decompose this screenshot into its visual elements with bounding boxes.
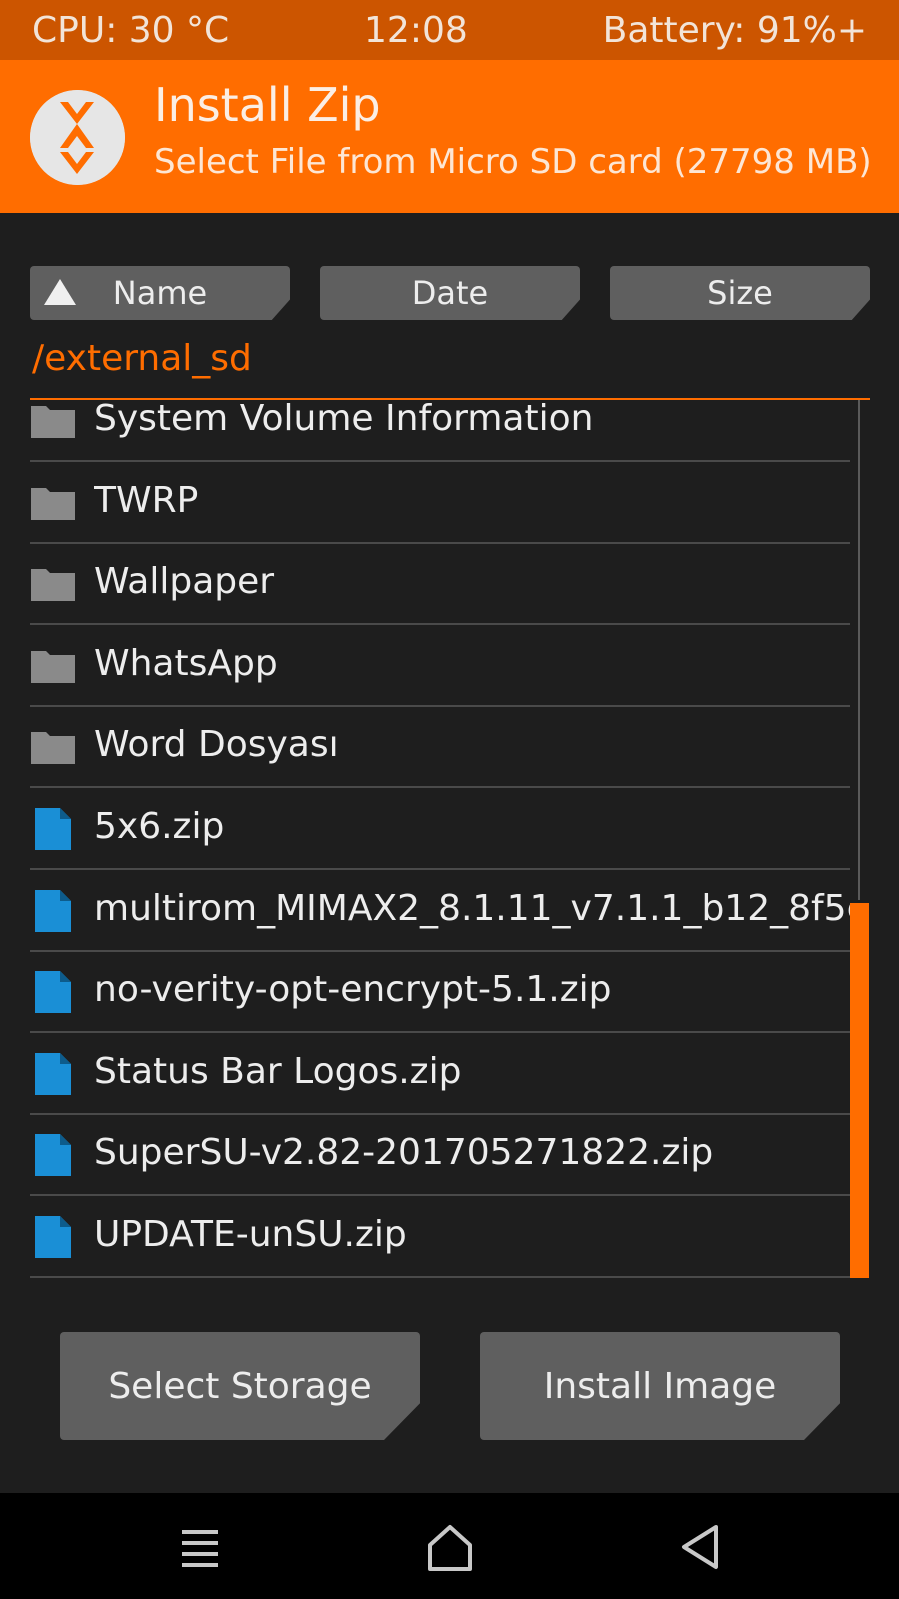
file-icon: [35, 889, 71, 932]
folder-row[interactable]: System Volume Information: [30, 400, 850, 462]
file-row[interactable]: Status Bar Logos.zip: [30, 1033, 850, 1115]
sort-by-name-button[interactable]: Name: [30, 266, 290, 320]
select-storage-label: Select Storage: [108, 1365, 372, 1407]
twrp-logo-icon: [30, 90, 125, 185]
header: Install Zip Select File from Micro SD ca…: [0, 60, 899, 213]
page-title: Install Zip: [154, 78, 381, 132]
file-name: Status Bar Logos.zip: [94, 1050, 462, 1092]
install-image-label: Install Image: [543, 1365, 777, 1407]
sort-name-label: Name: [112, 274, 208, 312]
file-name: System Volume Information: [94, 400, 594, 439]
scrollbar-track: [858, 400, 860, 900]
cpu-temperature: CPU: 30 °C: [32, 9, 230, 51]
sort-by-date-button[interactable]: Date: [320, 266, 580, 320]
select-storage-button[interactable]: Select Storage: [60, 1332, 420, 1440]
sort-by-size-button[interactable]: Size: [610, 266, 870, 320]
clock: 12:08: [364, 9, 468, 51]
file-name: no-verity-opt-encrypt-5.1.zip: [94, 969, 612, 1011]
folder-row[interactable]: Wallpaper: [30, 543, 850, 626]
folder-row[interactable]: WhatsApp: [30, 625, 850, 707]
file-icon: [35, 1134, 71, 1177]
status-bar: CPU: 30 °C 12:08 Battery: 91%+: [0, 0, 899, 60]
battery-level: Battery: 91%+: [602, 9, 867, 51]
file-name: Wallpaper: [94, 561, 275, 603]
back-icon[interactable]: [672, 1519, 728, 1575]
sort-size-label: Size: [707, 274, 773, 312]
sort-date-label: Date: [411, 274, 489, 312]
folder-icon: [31, 406, 75, 438]
file-name: Word Dosyası: [94, 724, 339, 766]
file-list[interactable]: System Volume Information TWRP Wallpaper Wh…: [30, 400, 850, 1278]
folder-icon: [31, 650, 75, 683]
file-icon: [35, 808, 71, 850]
file-row[interactable]: multirom_MIMAX2_8.1.11_v7.1.1_b12_8f5e45…: [30, 870, 850, 952]
file-name: multirom_MIMAX2_8.1.11_v7.1.1_b12_8f5e45…: [94, 887, 850, 929]
current-path: /external_sd: [32, 338, 252, 379]
folder-icon: [31, 732, 75, 765]
file-row[interactable]: UPDATE-unSU.zip: [30, 1196, 850, 1278]
file-name: UPDATE-unSU.zip: [94, 1214, 407, 1255]
install-image-button[interactable]: Install Image: [480, 1332, 840, 1440]
scrollbar-thumb[interactable]: [850, 903, 869, 1278]
folder-icon: [31, 487, 75, 520]
home-icon[interactable]: [422, 1519, 478, 1575]
file-row[interactable]: SuperSU-v2.82-201705271822.zip: [30, 1114, 850, 1197]
folder-icon: [31, 569, 75, 602]
file-name: 5x6.zip: [94, 806, 225, 847]
file-row[interactable]: no-verity-opt-encrypt-5.1.zip: [30, 951, 850, 1034]
folder-row[interactable]: Word Dosyası: [30, 706, 850, 789]
navigation-bar: [0, 1493, 899, 1599]
folder-row[interactable]: TWRP: [30, 462, 850, 544]
file-name: SuperSU-v2.82-201705271822.zip: [94, 1132, 714, 1174]
sort-ascending-triangle-icon: [44, 279, 76, 305]
file-name: WhatsApp: [94, 642, 278, 684]
file-icon: [35, 1216, 71, 1258]
file-row[interactable]: 5x6.zip: [30, 788, 850, 870]
page-subtitle: Select File from Micro SD card (27798 MB…: [154, 142, 872, 182]
file-icon: [35, 971, 71, 1014]
menu-icon[interactable]: [172, 1519, 228, 1575]
file-name: TWRP: [94, 479, 199, 521]
file-icon: [35, 1052, 71, 1095]
